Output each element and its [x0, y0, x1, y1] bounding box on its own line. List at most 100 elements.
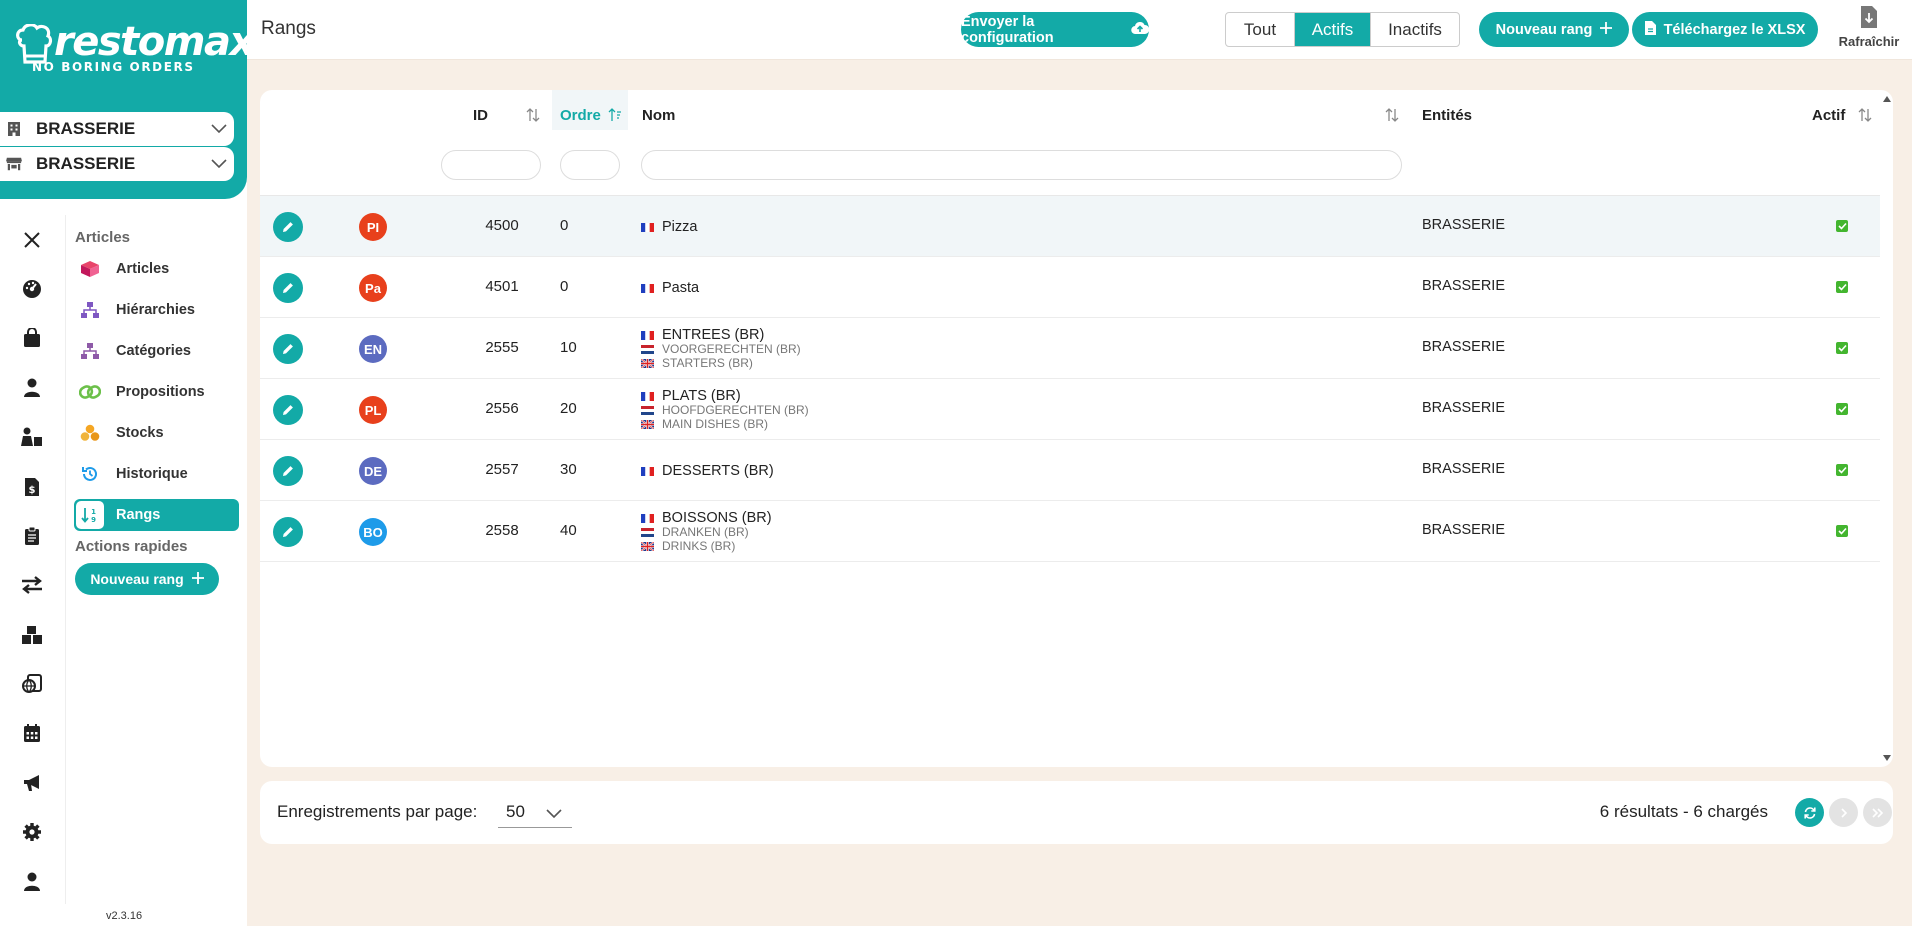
status-filter-group: Tout Actifs Inactifs	[1225, 12, 1460, 47]
table-row[interactable]: BO 2558 40 BOISSONS (BR) DRANKEN (BR) DRINKS …	[260, 501, 1880, 562]
shopping-bag-icon[interactable]	[20, 326, 44, 350]
staff-icon[interactable]	[20, 425, 44, 449]
send-configuration-button[interactable]: Envoyer la configuration	[961, 12, 1150, 47]
sort-icon[interactable]	[1856, 104, 1874, 126]
active-checkbox[interactable]	[1836, 525, 1848, 537]
records-per-page-label: Enregistrements par page:	[277, 802, 478, 821]
records-per-page-select[interactable]: 50	[498, 796, 572, 828]
web-icon[interactable]	[20, 672, 44, 696]
calendar-icon[interactable]	[20, 721, 44, 745]
sort-icon[interactable]	[524, 104, 542, 126]
nav-item-propositions[interactable]: Propositions	[74, 376, 239, 408]
table-row[interactable]: Pa 4501 0 Pasta BRASSERIE	[260, 257, 1880, 318]
table-row[interactable]: EN 2555 10 ENTREES (BR) VOORGERECHTEN (BR) ST…	[260, 318, 1880, 379]
history-icon	[76, 460, 104, 488]
restomax-logo[interactable]: restomax NO BORING ORDERS	[14, 19, 255, 76]
clipboard-icon[interactable]	[20, 524, 44, 548]
edit-button[interactable]	[273, 273, 303, 303]
row-name-translation: HOOFDGERECHTEN (BR)	[662, 403, 809, 417]
active-checkbox[interactable]	[1836, 281, 1848, 293]
new-rank-button[interactable]: Nouveau rang	[1479, 12, 1629, 47]
row-name-line: DRANKEN (BR)	[641, 525, 772, 539]
row-names: PLATS (BR) HOOFDGERECHTEN (BR) MAIN DISHES…	[641, 388, 809, 431]
plus-icon	[191, 571, 204, 587]
nav-item-label: Rangs	[116, 507, 161, 523]
column-header-id[interactable]: ID	[473, 104, 488, 126]
filter-all-button[interactable]: Tout	[1226, 13, 1294, 46]
hierarchy-icon	[76, 296, 104, 324]
nav-item-hierarchies[interactable]: Hiérarchies	[74, 294, 239, 326]
filter-active-button[interactable]: Actifs	[1294, 13, 1370, 46]
name-filter-input[interactable]	[641, 150, 1402, 180]
establishment-select[interactable]: BRASSERIE	[0, 112, 234, 146]
active-checkbox[interactable]	[1836, 342, 1848, 354]
row-name: DESSERTS (BR)	[662, 463, 774, 479]
nav-item-categories[interactable]: Catégories	[74, 335, 239, 367]
row-order: 0	[560, 278, 569, 295]
column-header-active[interactable]: Actif	[1812, 104, 1845, 126]
table-row[interactable]: DE 2557 30 DESSERTS (BR) BRASSERIE	[260, 440, 1880, 501]
active-checkbox[interactable]	[1836, 220, 1848, 232]
flag-fr-icon	[641, 513, 662, 523]
reload-button[interactable]	[1795, 798, 1824, 827]
column-header-order[interactable]: Ordre	[560, 104, 601, 126]
table-row[interactable]: PL 2556 20 PLATS (BR) HOOFDGERECHTEN (BR) MAI…	[260, 379, 1880, 440]
nav-item-articles[interactable]: Articles	[74, 253, 239, 285]
row-avatar: PI	[359, 213, 387, 241]
edit-button[interactable]	[273, 456, 303, 486]
sort-ascending-icon[interactable]	[606, 104, 624, 126]
settings-icon[interactable]	[20, 820, 44, 844]
column-header-name[interactable]: Nom	[642, 104, 675, 126]
id-filter-input[interactable]	[441, 150, 541, 180]
sort-icon[interactable]	[1383, 104, 1401, 126]
close-icon[interactable]	[20, 228, 44, 252]
download-xlsx-button[interactable]: Téléchargez le XLSX	[1632, 12, 1818, 47]
nav-item-label: Catégories	[116, 343, 191, 359]
refresh-button[interactable]: Rafraîchir	[1831, 6, 1907, 49]
quick-actions-title: Actions rapides	[75, 538, 188, 555]
table-row[interactable]: PI 4500 0 Pizza BRASSERIE	[260, 196, 1880, 257]
transfer-icon[interactable]	[20, 573, 44, 597]
next-page-button[interactable]	[1829, 798, 1858, 827]
vertical-scrollbar[interactable]	[1881, 90, 1893, 767]
nav-item-rangs[interactable]: 19 Rangs	[74, 499, 239, 531]
edit-button[interactable]	[273, 395, 303, 425]
invoice-icon[interactable]: $	[20, 475, 44, 499]
edit-button[interactable]	[273, 517, 303, 547]
building-icon	[6, 121, 22, 137]
coins-icon	[76, 419, 104, 447]
store-icon	[6, 156, 22, 172]
active-checkbox[interactable]	[1836, 403, 1848, 415]
last-page-button[interactable]	[1863, 798, 1892, 827]
row-names: DESSERTS (BR)	[641, 463, 774, 479]
megaphone-icon[interactable]	[20, 771, 44, 795]
top-bar: Rangs Envoyer la configuration Tout Acti…	[247, 0, 1912, 60]
active-checkbox[interactable]	[1836, 464, 1848, 476]
articles-submenu: Articles Articles Hiérarchies Catégories…	[66, 215, 247, 904]
filter-inactive-button[interactable]: Inactifs	[1370, 13, 1459, 46]
boxes-icon[interactable]	[20, 623, 44, 647]
order-filter-input[interactable]	[560, 150, 620, 180]
pencil-icon	[283, 405, 293, 415]
row-name: PLATS (BR)	[662, 388, 741, 404]
pencil-icon	[283, 222, 293, 232]
store-select[interactable]: BRASSERIE	[0, 147, 234, 181]
results-count: 6 résultats - 6 chargés	[1599, 802, 1768, 821]
quick-new-rank-button[interactable]: Nouveau rang	[75, 563, 219, 595]
row-id: 2555	[485, 339, 519, 356]
account-icon[interactable]	[20, 870, 44, 894]
edit-button[interactable]	[273, 334, 303, 364]
row-name: Pasta	[662, 280, 700, 296]
edit-button[interactable]	[273, 212, 303, 242]
row-name-translation: DRINKS (BR)	[662, 539, 736, 553]
categories-icon	[76, 337, 104, 365]
dashboard-icon[interactable]	[20, 277, 44, 301]
quick-new-rank-label: Nouveau rang	[90, 571, 184, 587]
nav-item-stocks[interactable]: Stocks	[74, 417, 239, 449]
chevron-down-icon	[204, 124, 234, 134]
row-names: BOISSONS (BR) DRANKEN (BR) DRINKS (BR)	[641, 510, 772, 553]
user-icon[interactable]	[20, 376, 44, 400]
nav-item-history[interactable]: Historique	[74, 458, 239, 490]
pencil-icon	[283, 344, 293, 354]
row-name-translation: VOORGERECHTEN (BR)	[662, 342, 801, 356]
